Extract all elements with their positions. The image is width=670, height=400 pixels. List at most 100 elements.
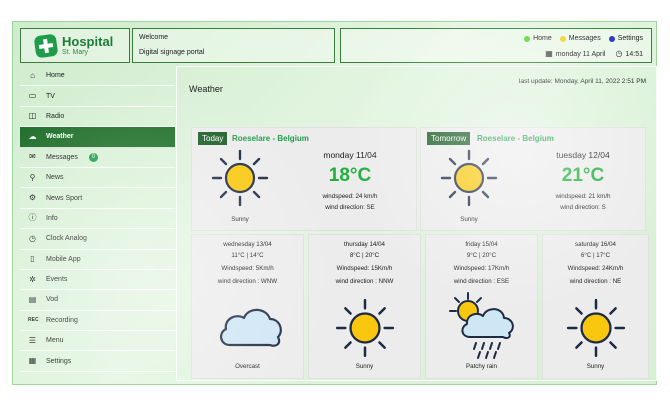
- today-temperature: 18°C: [328, 165, 372, 186]
- radio-icon: ◫: [28, 111, 37, 121]
- quicklink-label: Home: [533, 35, 552, 42]
- signage-frame: Hospital St. Mary Welcome Digital signag…: [12, 21, 657, 385]
- sidebar-nav: ⌂ Home ▭ TV ◫ Radio ☁ Weather ✉ Messages 0 ⚲ Ne…: [20, 66, 175, 379]
- forecast-date: saturday 16/04: [575, 241, 616, 248]
- sidebar-item-home[interactable]: ⌂ Home: [20, 66, 175, 87]
- weather-panel: Weather last update: Monday, April 11, 2…: [176, 66, 657, 381]
- sidebar-item-label: Vod: [46, 296, 59, 304]
- status-panel: Home Messages Settings ▦ monday 11 April…: [340, 28, 652, 63]
- today-card: Today Roeselare - Belgium Sunny monday 1…: [191, 127, 417, 231]
- sidebar-item-label: News: [46, 174, 64, 182]
- sidebar-item-label: Radio: [46, 112, 65, 120]
- quicklink-label: Messages: [568, 35, 601, 42]
- current-date: monday 11 April: [555, 50, 606, 58]
- today-wind-direction: wind direction: SE: [325, 204, 375, 211]
- sidebar-item-label: Clock Analog: [46, 235, 87, 243]
- forecast-windspeed: Windspeed: 15Km/h: [336, 265, 393, 272]
- quicklink-messages[interactable]: Messages: [559, 35, 601, 42]
- forecast-card: saturday 16/04 6°C | 17°C Windspeed: 24K…: [542, 234, 649, 379]
- clock-icon: ◷: [29, 233, 36, 243]
- sidebar-item-label: Mobile App: [46, 255, 81, 263]
- sidebar-item-events[interactable]: ✲ Events: [20, 270, 175, 291]
- tv-icon: ▭: [28, 91, 37, 101]
- blue-dot-icon: [608, 35, 615, 42]
- forecast-windspeed: Windspeed: 24Km/h: [567, 265, 624, 272]
- info-icon: ⓘ: [28, 213, 37, 223]
- sidebar-item-label: Messages: [46, 153, 78, 161]
- yellow-dot-icon: [559, 35, 566, 42]
- forecast-windspeed: Windspeed: 5Km/h: [221, 265, 274, 272]
- phone-icon: ▯: [30, 254, 35, 264]
- welcome-panel: Welcome Digital signage portal: [132, 28, 335, 63]
- sun-icon: [334, 297, 396, 359]
- messages-count-badge: 0: [88, 152, 98, 162]
- sidebar-item-news-sport[interactable]: ⚙ News Sport: [20, 188, 175, 209]
- today-location: Roeselare - Belgium: [232, 134, 309, 143]
- sidebar-item-tv[interactable]: ▭ TV: [20, 86, 175, 107]
- tomorrow-wind-direction: wind direction: S: [560, 204, 606, 211]
- sidebar-item-weather[interactable]: ☁ Weather: [20, 127, 175, 148]
- tomorrow-card: Tomorrow Roeselare - Belgium Sunny tuesd…: [420, 127, 646, 231]
- forecast-condition: Overcast: [235, 363, 260, 370]
- tomorrow-windspeed: windspeed: 21 km/h: [555, 193, 611, 200]
- quicklink-label: Settings: [617, 35, 643, 42]
- datetime: ▦ monday 11 April ◷ 14:51: [545, 50, 643, 58]
- sidebar-item-label: Settings: [46, 357, 72, 365]
- page-title: Weather: [189, 84, 223, 94]
- sidebar-item-clock-analog[interactable]: ◷ Clock Analog: [20, 229, 175, 250]
- forecast-card: thursday 14/04 8°C | 20°C Windspeed: 15K…: [308, 234, 421, 379]
- calendar-icon: ▦: [545, 49, 553, 58]
- hospital-logo[interactable]: Hospital St. Mary: [20, 28, 130, 63]
- sidebar-item-recording[interactable]: REC Recording: [20, 311, 175, 332]
- forecast-condition: Sunny: [586, 363, 605, 370]
- sidebar-item-messages[interactable]: ✉ Messages 0: [20, 148, 175, 168]
- patchy-rain-icon: [446, 291, 518, 361]
- sidebar-item-label: Recording: [46, 316, 78, 324]
- tomorrow-temperature: 21°C: [561, 165, 605, 186]
- forecast-date: friday 15/04: [465, 241, 498, 248]
- forecast-wind-direction: wind direction : NE: [569, 278, 622, 285]
- sidebar-item-news[interactable]: ⚲ News: [20, 168, 175, 189]
- forecast-condition: Patchy rain: [466, 363, 497, 370]
- sidebar-item-radio[interactable]: ◫ Radio: [20, 107, 175, 128]
- forecast-temps: 6°C | 17°C: [580, 252, 611, 259]
- settings-icon: ▦: [28, 356, 37, 366]
- sidebar-item-menu[interactable]: ☰ Menu: [20, 331, 175, 352]
- sidebar-item-label: Info: [46, 214, 58, 222]
- logo-title: Hospital: [62, 34, 114, 49]
- sun-icon: [210, 148, 270, 208]
- forecast-temps: 9°C | 20°C: [466, 252, 497, 259]
- portal-text: Digital signage portal: [139, 49, 205, 56]
- forecast-temps: 8°C | 20°C: [349, 252, 380, 259]
- vod-icon: ▤: [28, 294, 37, 304]
- forecast-date: thursday 14/04: [344, 241, 385, 248]
- today-date: monday 11/04: [323, 150, 377, 160]
- forecast-windspeed: Windspeed: 17Km/h: [453, 265, 510, 272]
- sidebar-item-label: Events: [46, 276, 68, 284]
- forecast-condition: Sunny: [355, 363, 374, 370]
- sport-icon: ⚙: [28, 193, 37, 203]
- sidebar-item-label: Menu: [46, 337, 64, 345]
- forecast-temps: 11°C | 14°C: [231, 252, 264, 259]
- forecast-card: wednesday 13/04 11°C | 14°C Windspeed: 5…: [191, 234, 304, 379]
- tomorrow-location: Roeselare - Belgium: [477, 134, 554, 143]
- quicklink-settings[interactable]: Settings: [608, 35, 643, 42]
- tomorrow-condition: Sunny: [460, 216, 478, 223]
- news-icon: ⚲: [29, 172, 36, 182]
- forecast-card: friday 15/04 9°C | 20°C Windspeed: 17Km/…: [425, 234, 538, 379]
- forecast-date: wednesday 13/04: [223, 241, 272, 248]
- sidebar-item-settings[interactable]: ▦ Settings: [20, 351, 175, 372]
- cloud-icon: ☁: [28, 131, 37, 141]
- events-icon: ✲: [29, 274, 36, 284]
- cross-icon: [33, 33, 59, 58]
- quicklink-home[interactable]: Home: [524, 35, 552, 42]
- sidebar-item-info[interactable]: ⓘ Info: [20, 209, 175, 230]
- sidebar-item-vod[interactable]: ▤ Vod: [20, 290, 175, 311]
- current-time: 14:51: [625, 50, 643, 58]
- today-windspeed: windspeed: 24 km/h: [322, 193, 378, 200]
- sidebar-item-mobile-app[interactable]: ▯ Mobile App: [20, 250, 175, 270]
- sidebar-item-label: News Sport: [46, 194, 83, 202]
- tomorrow-tag: Tomorrow: [427, 132, 471, 145]
- forecast-wind-direction: wind direction : NNW: [335, 278, 394, 285]
- clock-icon: ◷: [615, 49, 623, 58]
